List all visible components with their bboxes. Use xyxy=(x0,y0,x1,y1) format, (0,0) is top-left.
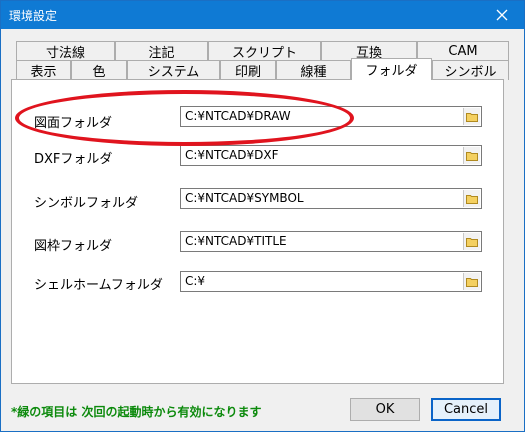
tab-system[interactable]: システム xyxy=(127,60,220,80)
tab-strip: 寸法線 注記 スクリプト 互換 CAM 表示 色 システム 印刷 線種 フォルダ… xyxy=(11,41,509,81)
title-frame-folder-browse-button[interactable] xyxy=(463,233,480,250)
tab-dimension-line[interactable]: 寸法線 xyxy=(16,41,115,61)
ok-button[interactable]: OK xyxy=(350,398,420,421)
symbol-folder-value: C:¥NTCAD¥SYMBOL xyxy=(185,191,304,205)
symbol-folder-label: シンボルフォルダ xyxy=(34,196,139,211)
dxf-folder-value: C:¥NTCAD¥DXF xyxy=(185,148,279,162)
close-button[interactable] xyxy=(480,1,524,29)
dxf-folder-field[interactable]: C:¥NTCAD¥DXF xyxy=(180,145,482,166)
settings-dialog: 環境設定 寸法線 注記 スクリプト 互換 CAM 表示 色 システム 印刷 線種… xyxy=(0,0,525,432)
title-frame-folder-label: 図枠フォルダ xyxy=(34,239,113,254)
dxf-folder-browse-button[interactable] xyxy=(463,147,480,164)
shell-home-folder-field[interactable]: C:¥ xyxy=(180,271,482,292)
symbol-folder-browse-button[interactable] xyxy=(463,190,480,207)
folder-icon xyxy=(466,237,478,247)
tab-print[interactable]: 印刷 xyxy=(220,60,276,80)
window-title: 環境設定 xyxy=(9,9,58,23)
folder-icon xyxy=(466,112,478,122)
cancel-button[interactable]: Cancel xyxy=(431,398,501,421)
shell-home-folder-label: シェルホームフォルダ xyxy=(34,278,163,293)
folder-icon xyxy=(466,277,478,287)
tab-line-type[interactable]: 線種 xyxy=(276,60,351,80)
shell-home-folder-value: C:¥ xyxy=(185,274,206,288)
shell-home-folder-browse-button[interactable] xyxy=(463,273,480,290)
tab-color[interactable]: 色 xyxy=(71,60,127,80)
drawing-folder-field[interactable]: C:¥NTCAD¥DRAW xyxy=(180,106,482,127)
tab-script[interactable]: スクリプト xyxy=(208,41,321,61)
drawing-folder-browse-button[interactable] xyxy=(463,108,480,125)
title-bar[interactable]: 環境設定 xyxy=(1,1,524,29)
tab-annotation[interactable]: 注記 xyxy=(115,41,208,61)
symbol-folder-field[interactable]: C:¥NTCAD¥SYMBOL xyxy=(180,188,482,209)
folder-icon xyxy=(466,194,478,204)
title-frame-folder-value: C:¥NTCAD¥TITLE xyxy=(185,234,287,248)
tab-symbol[interactable]: シンボル xyxy=(432,60,509,80)
tab-display[interactable]: 表示 xyxy=(16,60,71,80)
drawing-folder-value: C:¥NTCAD¥DRAW xyxy=(185,109,291,123)
restart-note: *緑の項目は 次回の起動時から有効になります xyxy=(11,405,262,419)
drawing-folder-label: 図面フォルダ xyxy=(34,116,113,131)
close-icon xyxy=(496,9,508,21)
dxf-folder-label: DXFフォルダ xyxy=(34,152,113,167)
tab-folder[interactable]: フォルダ xyxy=(351,58,432,80)
folder-icon xyxy=(466,151,478,161)
title-frame-folder-field[interactable]: C:¥NTCAD¥TITLE xyxy=(180,231,482,252)
